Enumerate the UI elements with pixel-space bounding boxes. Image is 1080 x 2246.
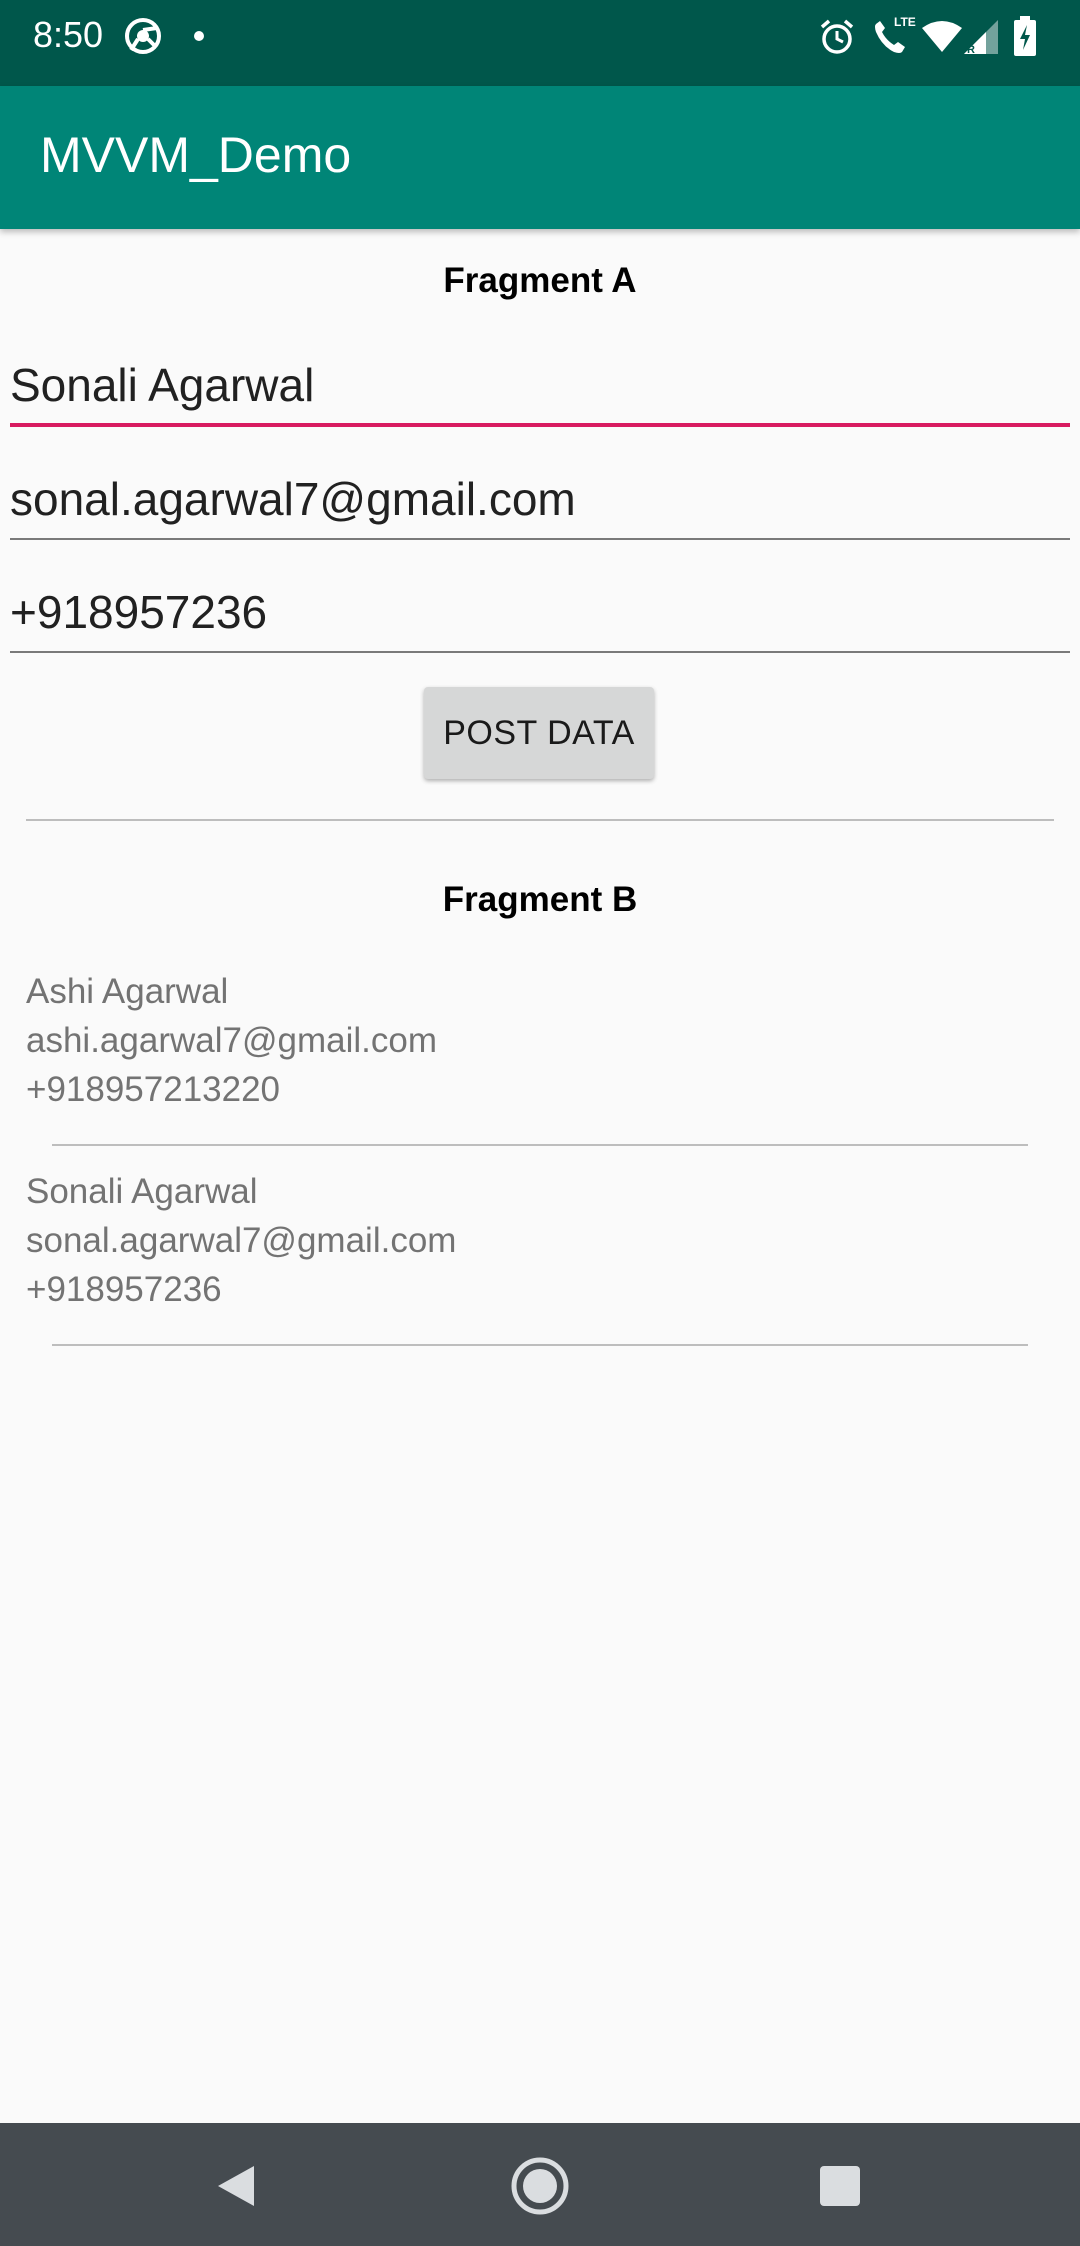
app-title: MVVM_Demo (40, 127, 352, 183)
phone-field[interactable] (10, 573, 1070, 653)
list-divider (52, 1144, 1028, 1146)
app-bar: MVVM_Demo (0, 86, 1080, 229)
notification-dot-icon (194, 31, 204, 41)
wifi-icon (922, 21, 962, 52)
chrome-icon (125, 18, 161, 54)
home-icon[interactable] (502, 2148, 578, 2224)
email-field[interactable] (10, 460, 1070, 540)
fragment-divider (26, 819, 1054, 821)
status-time: 8:50 (33, 14, 104, 55)
contact-name: Ashi Agarwal (26, 972, 229, 1011)
status-bar: 8:50 LTE R (0, 0, 1080, 86)
list-item[interactable]: Ashi Agarwal ashi.agarwal7@gmail.com +91… (0, 974, 1080, 1174)
main-content: Fragment A POST DATA Fragment B Ashi Aga… (0, 229, 1080, 2123)
navigation-bar (0, 2123, 1080, 2246)
contact-email: ashi.agarwal7@gmail.com (26, 1021, 437, 1060)
contact-email: sonal.agarwal7@gmail.com (26, 1221, 457, 1260)
contact-list: Ashi Agarwal ashi.agarwal7@gmail.com +91… (0, 974, 1080, 1374)
lte-call-icon: LTE (875, 15, 916, 53)
back-icon[interactable] (196, 2148, 272, 2224)
contact-phone: +918957236 (26, 1270, 222, 1309)
fragment-b-title: Fragment B (442, 880, 638, 919)
fragment-a-title: Fragment A (443, 261, 637, 300)
svg-text:LTE: LTE (894, 15, 916, 29)
name-field[interactable] (10, 347, 1070, 427)
recents-icon[interactable] (802, 2148, 878, 2224)
signal-icon: R (964, 20, 998, 56)
post-data-button[interactable]: POST DATA (424, 687, 654, 779)
battery-charging-icon (1014, 16, 1036, 56)
list-divider (52, 1344, 1028, 1346)
contact-name: Sonali Agarwal (26, 1172, 258, 1211)
list-item[interactable]: Sonali Agarwal sonal.agarwal7@gmail.com … (0, 1174, 1080, 1374)
contact-phone: +918957213220 (26, 1070, 281, 1109)
alarm-icon (820, 19, 854, 54)
svg-text:R: R (967, 44, 975, 56)
